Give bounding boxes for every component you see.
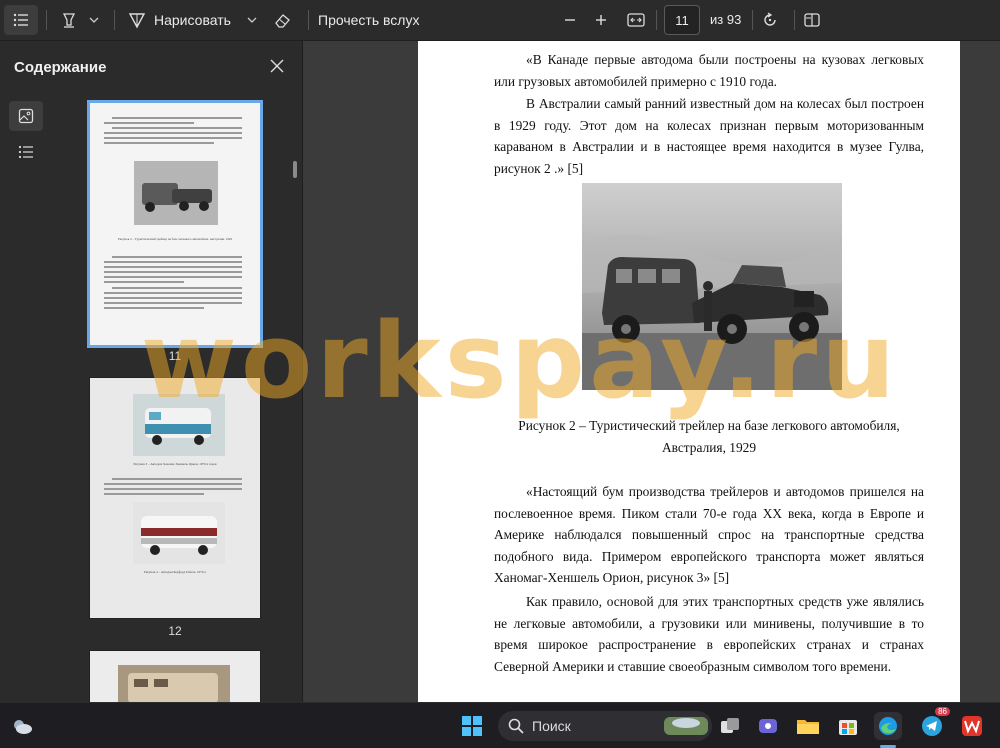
paragraph-3: «Настоящий бум производства трейлеров и …	[494, 484, 924, 585]
start-button[interactable]	[458, 712, 486, 740]
page-view-icon	[804, 13, 820, 27]
image-icon	[18, 108, 34, 124]
eraser-button[interactable]	[268, 5, 298, 35]
task-view-icon	[721, 718, 739, 733]
store-icon	[839, 720, 857, 735]
weather-icon	[14, 720, 32, 734]
draw-label: Нарисовать	[154, 12, 231, 28]
draw-button[interactable]: Нарисовать	[128, 5, 238, 35]
figure-photo	[582, 183, 842, 390]
sidebar-scrollbar-thumb[interactable]	[293, 161, 297, 178]
sidebar-close-button[interactable]	[266, 55, 288, 77]
store-button[interactable]	[834, 712, 862, 740]
page-view-button[interactable]	[798, 5, 826, 35]
windows-icon	[462, 716, 482, 736]
task-view-button[interactable]	[716, 712, 744, 740]
outline-view-button[interactable]	[9, 137, 43, 167]
read-aloud-button[interactable]: Прочесть вслух	[318, 5, 420, 35]
figure-caption-line-1: Рисунок 2 – Туристический трейлер на баз…	[518, 418, 900, 433]
read-aloud-label: Прочесть вслух	[318, 12, 420, 28]
chevron-down-icon	[247, 17, 257, 23]
thumbnail-photo	[118, 665, 230, 702]
telegram-button[interactable]: 86	[918, 707, 950, 740]
paragraph-1: «В Канаде первые автодома были построены…	[494, 52, 924, 89]
chevron-down-icon	[89, 17, 99, 23]
total-pages-label: из 93	[710, 12, 742, 27]
page-number-input[interactable]	[664, 5, 700, 35]
figure-caption-line-2: Австралия, 1929	[661, 440, 757, 455]
edge-button[interactable]	[874, 712, 902, 740]
thumbnail-page-12[interactable]: Рисунок 3 – Автодом Хеномаг-Хеншель Орио…	[90, 378, 260, 618]
explorer-icon	[797, 720, 819, 734]
close-icon	[270, 59, 284, 73]
contents-icon	[13, 13, 28, 27]
eraser-icon	[275, 14, 290, 28]
search-label: Поиск	[532, 718, 571, 734]
meet-icon	[759, 719, 777, 733]
zoom-out-icon	[565, 19, 575, 21]
contents-sidebar: Содержание Рисунок 2 – Туристический тре…	[0, 41, 303, 702]
weather-widget[interactable]	[8, 712, 36, 740]
file-explorer-button[interactable]	[794, 712, 822, 740]
thumbnail-caption: Рисунок 2 – Туристический трейлер на баз…	[117, 237, 232, 241]
toolbar: Нарисовать Прочесть вслух из 93	[0, 0, 1000, 41]
search-icon	[508, 718, 524, 734]
thumbnail-label-11: 11	[168, 349, 182, 363]
contents-toggle-button[interactable]	[4, 5, 38, 35]
thumbnail-photo	[134, 161, 218, 225]
thumbnail-caption: Рисунок 3 – Автодом Хеномаг-Хеншель Орио…	[133, 462, 217, 466]
draw-options-button[interactable]	[242, 5, 262, 35]
telegram-icon	[922, 716, 942, 736]
rotate-button[interactable]	[756, 5, 784, 35]
sidebar-title: Содержание	[14, 59, 107, 76]
highlighter-icon	[62, 13, 76, 28]
rotate-icon	[764, 12, 776, 26]
document-page: «В Канаде первые автодома были построены…	[418, 41, 960, 702]
highlight-button[interactable]	[56, 5, 82, 35]
thumbnail-label-12: 12	[168, 624, 182, 638]
paragraph-4: Как правило, основой для этих транспортн…	[494, 594, 924, 674]
telegram-badge: 86	[935, 707, 950, 716]
thumbnail-caption: Рисунок 4 – Автодом Бедфорд Тойота, 1970…	[144, 570, 206, 574]
teams-button[interactable]	[754, 712, 782, 740]
fit-width-icon	[627, 13, 645, 27]
thumbnails-view-button[interactable]	[9, 101, 43, 131]
vintage-car-trailer-image	[582, 183, 842, 390]
zoom-out-button[interactable]	[558, 5, 582, 35]
thumbnail-page-11[interactable]: Рисунок 2 – Туристический трейлер на баз…	[90, 103, 260, 345]
search-highlight-image	[664, 717, 708, 735]
thumbnail-photo	[133, 502, 225, 564]
draw-icon	[128, 13, 146, 29]
list-icon	[18, 145, 33, 159]
edge-icon	[879, 717, 897, 735]
paragraph-2: В Австралии самый ранний известный дом н…	[494, 96, 924, 176]
thumbnail-photo	[133, 394, 225, 456]
highlight-options-button[interactable]	[84, 5, 104, 35]
wps-button[interactable]	[958, 712, 986, 740]
zoom-in-button[interactable]	[589, 5, 613, 35]
taskbar: Поиск 86	[0, 702, 1000, 748]
wps-office-icon	[962, 716, 982, 736]
fit-width-button[interactable]	[622, 5, 650, 35]
thumbnail-page-13[interactable]	[90, 651, 260, 702]
zoom-in-icon	[596, 15, 606, 25]
taskbar-search-box[interactable]: Поиск	[498, 711, 712, 741]
